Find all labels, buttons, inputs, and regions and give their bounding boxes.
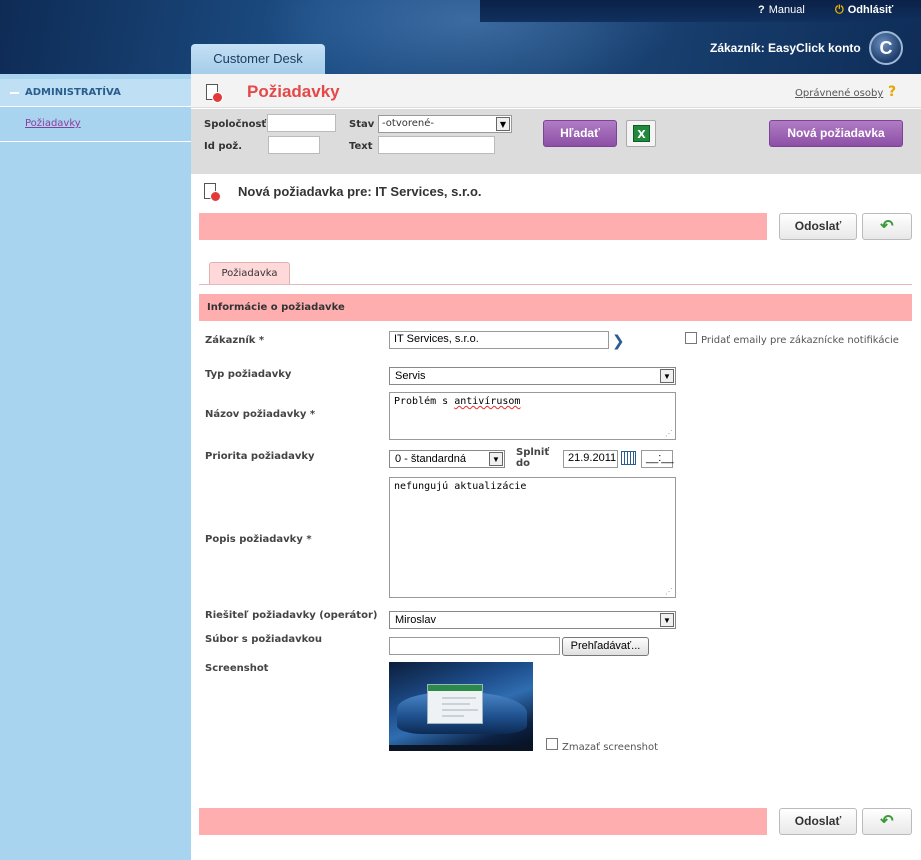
calendar-icon[interactable] bbox=[621, 451, 636, 465]
form-bottom-bar bbox=[199, 808, 767, 835]
request-id-input[interactable] bbox=[268, 136, 320, 154]
solver-select[interactable]: Miroslav ▼ bbox=[389, 611, 676, 629]
chevron-down-icon[interactable]: ▼ bbox=[660, 613, 674, 627]
priority-select[interactable]: 0 - štandardná ▼ bbox=[389, 450, 505, 468]
solver-value: Miroslav bbox=[395, 614, 436, 626]
sidebar: ADMINISTRATÍVA Požiadavky bbox=[0, 74, 191, 860]
tab-request[interactable]: Požiadavka bbox=[209, 262, 290, 285]
due-label-line-1: Splniť bbox=[516, 447, 550, 458]
request-type-label: Typ požiadavky bbox=[205, 369, 292, 380]
request-name-textarea[interactable]: Problém s antivírusom ⋰ bbox=[389, 392, 676, 440]
app-logo: C bbox=[869, 31, 903, 65]
customer-input[interactable]: IT Services, s.r.o. bbox=[389, 331, 609, 349]
authorized-persons-link[interactable]: Oprávnené osoby bbox=[795, 88, 883, 99]
resize-handle-icon[interactable]: ⋰ bbox=[665, 429, 673, 438]
chevron-right-icon[interactable]: ❯ bbox=[612, 332, 625, 350]
chevron-down-icon[interactable]: ▼ bbox=[496, 117, 510, 131]
sidebar-item-poziadavky: Požiadavky bbox=[0, 108, 191, 142]
submit-button-top[interactable]: Odoslať bbox=[779, 213, 857, 240]
submit-button-bottom[interactable]: Odoslať bbox=[779, 808, 857, 835]
page-title: Požiadavky bbox=[247, 82, 340, 101]
due-label: Splniť do bbox=[516, 447, 549, 469]
description-label: Popis požiadavky * bbox=[205, 534, 312, 545]
chevron-down-icon[interactable]: ▼ bbox=[489, 452, 503, 466]
sidebar-section-administrativa[interactable]: ADMINISTRATÍVA bbox=[0, 79, 191, 107]
status-label: Stav bbox=[349, 119, 375, 130]
company-input[interactable] bbox=[267, 114, 336, 132]
solver-label: Riešiteľ požiadavky (operátor) bbox=[205, 610, 378, 621]
priority-value: 0 - štandardná bbox=[395, 453, 466, 465]
delete-screenshot-checkbox[interactable] bbox=[546, 738, 558, 750]
description-text: nefungujú aktualizácie bbox=[394, 481, 527, 492]
collapse-icon bbox=[10, 92, 19, 94]
due-date-input[interactable]: 21.9.2011 bbox=[563, 450, 618, 468]
request-type-value: Servis bbox=[395, 370, 426, 382]
due-time-input[interactable]: __:__ bbox=[641, 450, 674, 468]
file-label: Súbor s požiadavkou bbox=[205, 634, 323, 645]
manual-label: Manual bbox=[768, 4, 805, 16]
form-subtitle: Nová požiadavka pre: IT Services, s.r.o. bbox=[238, 184, 482, 199]
request-type-select[interactable]: Servis ▼ bbox=[389, 367, 676, 385]
form-top-bar bbox=[199, 213, 767, 240]
tab-customer-desk[interactable]: Customer Desk bbox=[191, 44, 325, 74]
due-label-line-2: do bbox=[516, 458, 531, 469]
description-textarea[interactable]: nefungujú aktualizácie ⋰ bbox=[389, 477, 676, 598]
customer-label: Zákazník * bbox=[205, 335, 265, 346]
text-label: Text bbox=[349, 141, 373, 152]
sidebar-item-label[interactable]: Požiadavky bbox=[25, 118, 81, 129]
sidebar-section-label: ADMINISTRATÍVA bbox=[25, 87, 121, 98]
request-doc-icon bbox=[206, 84, 223, 104]
status-select[interactable]: -otvorené- ▼ bbox=[378, 115, 512, 133]
logout-link[interactable]: ⏻ Odhlásiť bbox=[835, 4, 893, 17]
help-icon[interactable]: ? bbox=[888, 84, 896, 100]
back-icon[interactable]: ↶ bbox=[862, 808, 912, 835]
new-request-button[interactable]: Nová požiadavka bbox=[769, 120, 903, 147]
browse-button[interactable]: Prehľadávať... bbox=[562, 637, 649, 656]
status-select-value: -otvorené- bbox=[382, 118, 435, 129]
company-label: Spoločnosť bbox=[204, 119, 267, 130]
app-header: ? Manual ⏻ Odhlásiť Customer Desk Zákazník… bbox=[0, 0, 921, 74]
request-name-label: Názov požiadavky * bbox=[205, 409, 316, 420]
power-icon: ⏻ bbox=[835, 4, 844, 16]
excel-icon: X bbox=[633, 125, 650, 142]
chevron-down-icon[interactable]: ▼ bbox=[660, 369, 674, 383]
help-icon: ? bbox=[758, 4, 765, 16]
search-button[interactable]: Hľadať bbox=[543, 120, 617, 147]
section-header: Informácie o požiadavke bbox=[199, 294, 912, 321]
back-icon[interactable]: ↶ bbox=[862, 213, 912, 240]
new-request-doc-icon bbox=[204, 183, 221, 203]
export-excel-button[interactable]: X bbox=[626, 120, 656, 147]
request-name-text: Problém s bbox=[394, 396, 455, 407]
taskbar-image bbox=[389, 745, 533, 751]
customer-account-label: Zákazník: EasyClick konto bbox=[710, 41, 861, 55]
misspelled-word: antivírusom bbox=[454, 396, 521, 407]
notify-emails-label: Pridať emaily pre zákaznícke notifikácie bbox=[701, 335, 899, 346]
request-id-label: Id pož. bbox=[204, 141, 243, 152]
delete-screenshot-label: Zmazať screenshot bbox=[562, 742, 659, 753]
manual-link[interactable]: ? Manual bbox=[758, 4, 805, 16]
file-input[interactable] bbox=[389, 637, 560, 655]
tab-divider bbox=[199, 284, 912, 285]
section-title: Informácie o požiadavke bbox=[207, 302, 345, 313]
screenshot-thumbnail[interactable] bbox=[389, 662, 533, 751]
text-input[interactable] bbox=[378, 136, 495, 154]
screenshot-label: Screenshot bbox=[205, 663, 269, 674]
logout-label: Odhlásiť bbox=[847, 4, 894, 16]
priority-label: Priorita požiadavky bbox=[205, 451, 315, 462]
window-image bbox=[427, 684, 483, 724]
resize-handle-icon[interactable]: ⋰ bbox=[665, 587, 673, 596]
notify-emails-checkbox[interactable] bbox=[685, 332, 697, 344]
